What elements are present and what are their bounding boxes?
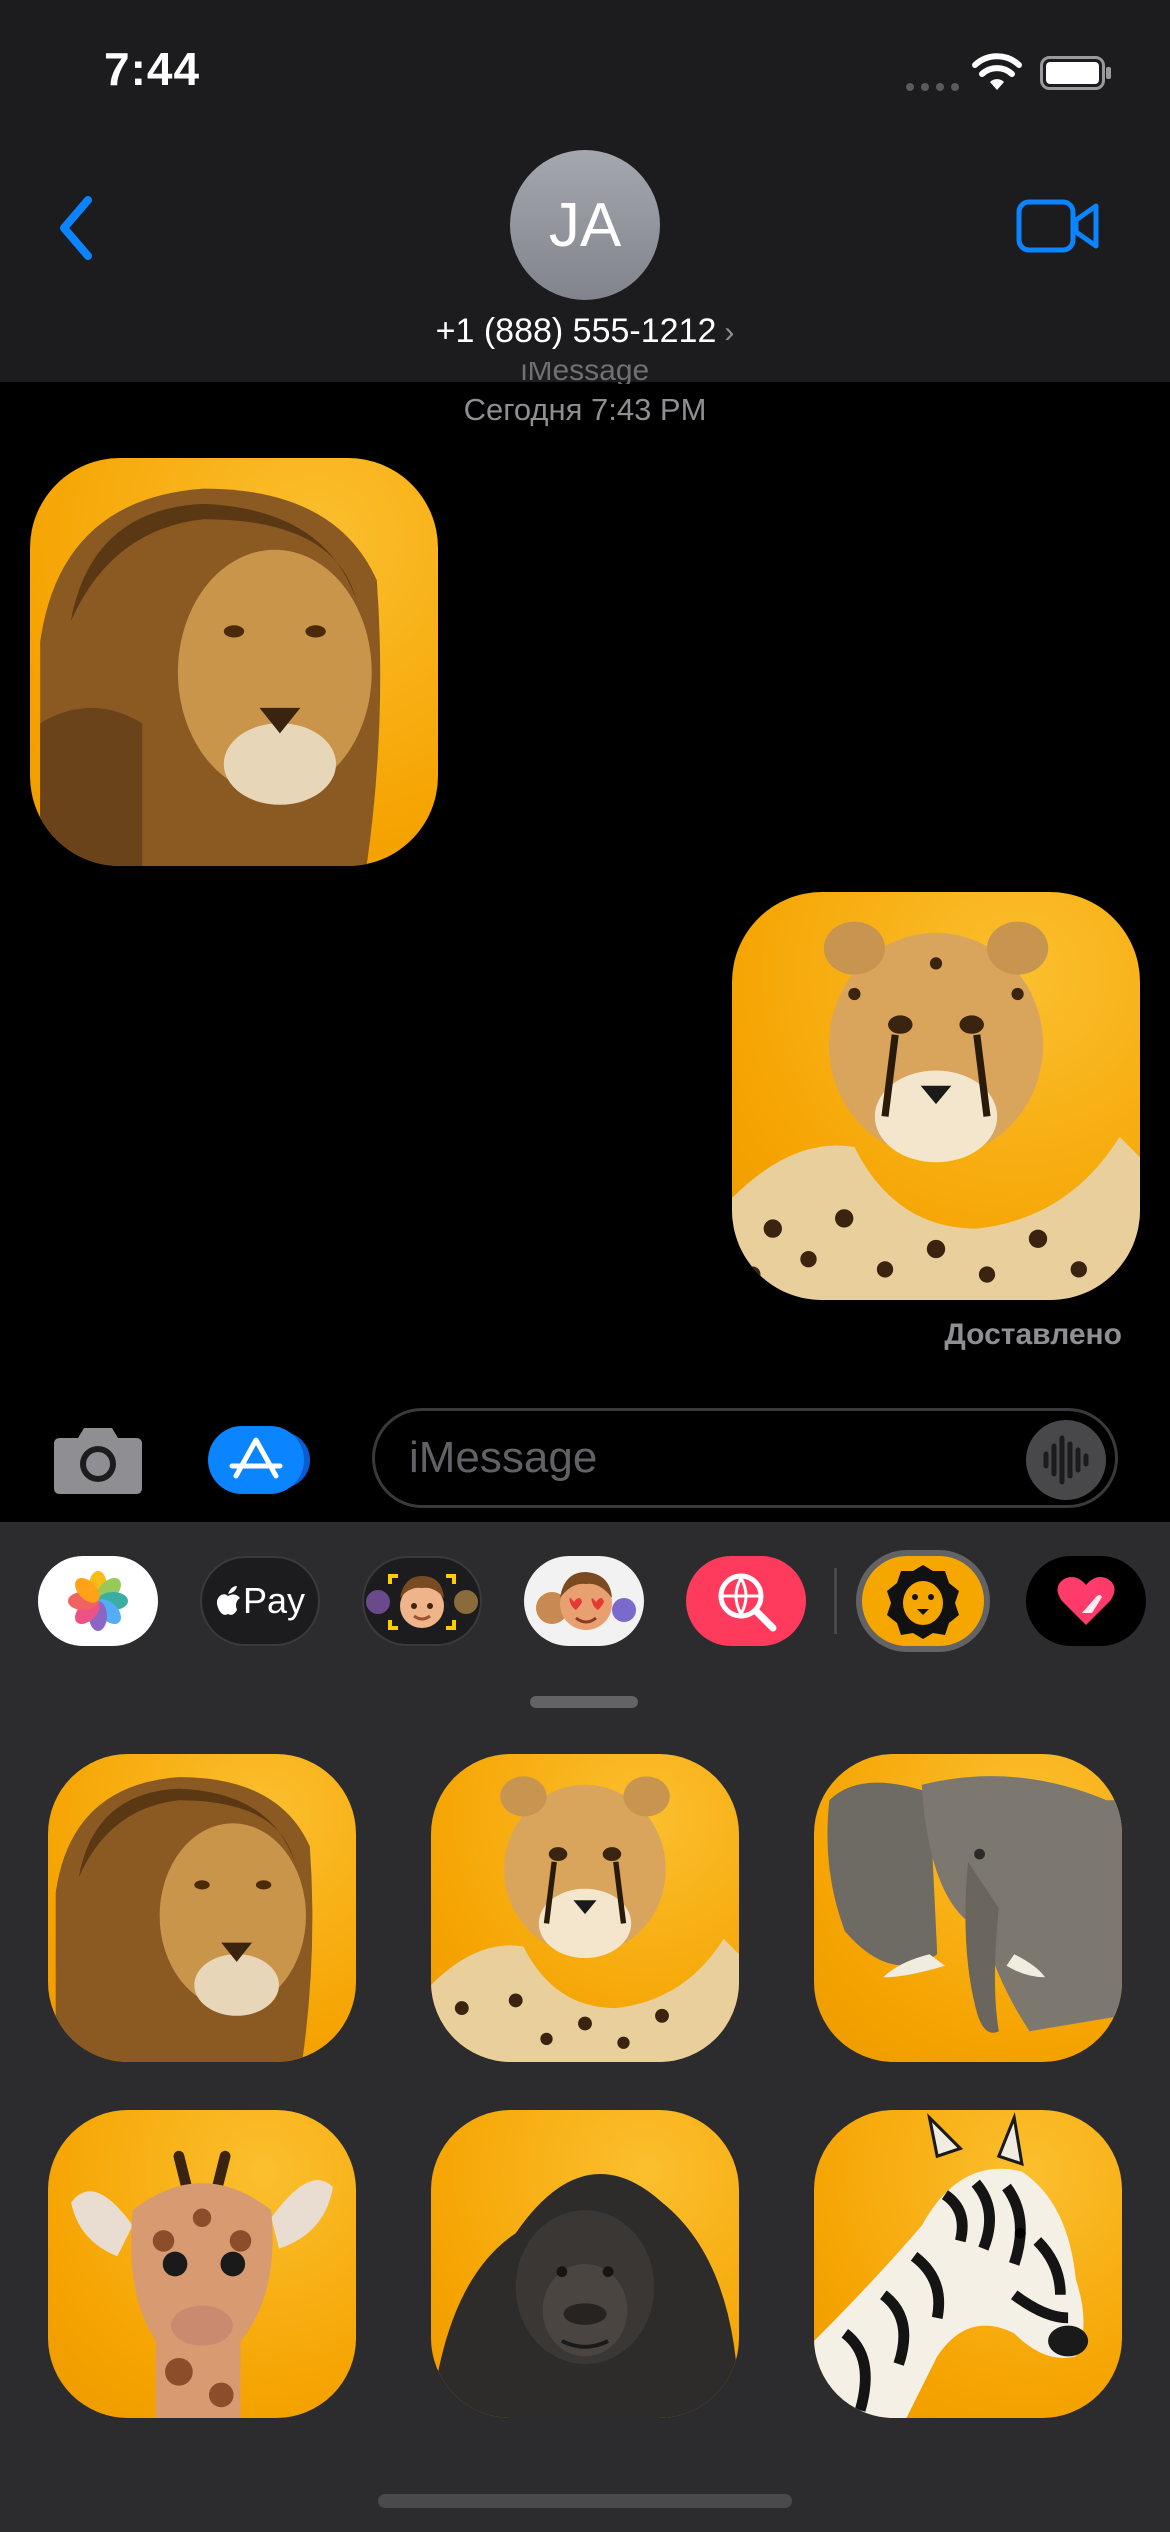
cheetah-image [431,1776,739,2062]
incoming-lion-sticker[interactable] [30,458,438,866]
cellular-signal-icon [906,83,959,91]
giraffe-image [71,2150,333,2418]
app-row-divider [834,1568,837,1634]
memoji-camera-icon [366,1574,478,1630]
globe-search-icon [718,1573,777,1632]
drawer-grabber[interactable] [530,1696,638,1708]
outgoing-cheetah-sticker[interactable] [732,892,1140,1300]
chevron-right-icon: › [724,316,735,349]
lion-image [55,1777,313,2062]
wifi-icon [972,53,1022,90]
app-images-search-button[interactable] [686,1556,806,1646]
delivered-status: Доставлено [944,1318,1122,1351]
zebra-image [814,2112,1089,2418]
sticker-giraffe[interactable] [48,2110,356,2418]
photos-icon [68,1571,128,1631]
voice-message-button[interactable] [1026,1420,1106,1500]
contact-number: +1 (888) 555-1212 [435,312,717,350]
sticker-lion[interactable] [48,1754,356,2062]
lion-icon [887,1565,959,1639]
sticker-zebra[interactable] [814,2110,1122,2418]
app-photos-button[interactable] [38,1556,158,1646]
back-button[interactable] [48,190,108,266]
sticker-elephant[interactable] [814,1754,1122,2062]
status-time: 7:44 [104,43,201,95]
sticker-gorilla[interactable] [431,2110,739,2418]
battery-icon [1040,56,1111,90]
elephant-image [827,1776,1122,2033]
app-animals-button[interactable] [856,1550,990,1652]
lion-image [40,488,381,866]
app-memoji-camera-button[interactable] [362,1556,482,1646]
message-input[interactable] [372,1408,1118,1508]
contact-name-button[interactable]: +1 (888) 555-1212 › [0,312,1170,351]
apps-button[interactable] [208,1426,318,1494]
memoji-stickers-icon [536,1572,636,1630]
app-memoji-stickers-button[interactable] [524,1556,644,1646]
video-call-button[interactable] [1016,196,1100,256]
contact-avatar[interactable]: JA [510,150,660,300]
heart-touch-icon [1057,1577,1115,1625]
app-apple-pay-button[interactable]: Pay [200,1556,320,1646]
cheetah-image [732,921,1140,1300]
message-timestamp: Сегодня 7:43 PM [463,392,707,427]
gorilla-image [431,2174,739,2418]
camera-button[interactable] [52,1422,144,1496]
pay-label: Pay [242,1580,306,1621]
waveform-icon [1043,1435,1089,1485]
sticker-cheetah[interactable] [431,1754,739,2062]
app-digital-touch-button[interactable] [1026,1556,1146,1646]
home-indicator[interactable] [378,2494,792,2508]
avatar-initials: JA [548,190,622,260]
apple-logo-icon [216,1586,240,1615]
service-label: iMessage [520,362,650,384]
